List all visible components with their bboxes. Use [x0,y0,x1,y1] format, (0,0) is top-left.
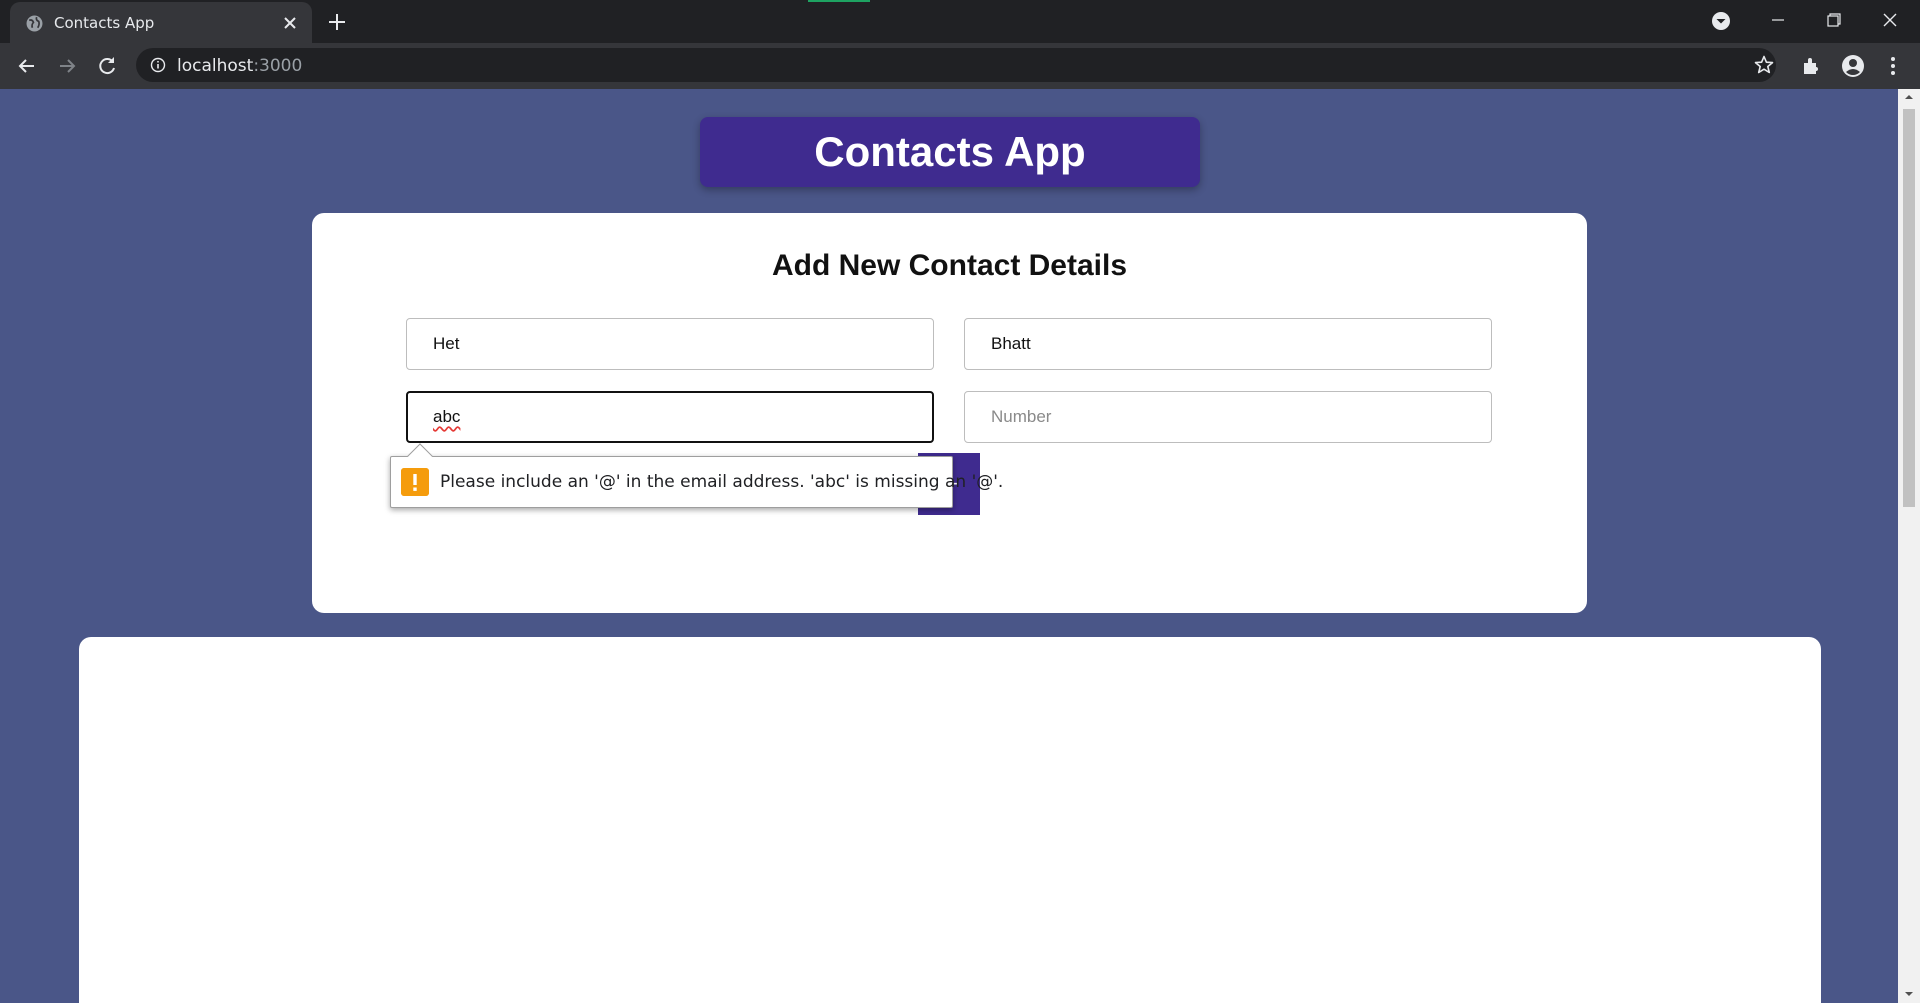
tab-search-icon[interactable] [1710,10,1732,32]
profile-avatar-icon[interactable] [1839,52,1867,80]
browser-tab-bar: Contacts App [0,0,1920,43]
url-host: localhost [177,56,254,76]
kebab-menu-icon[interactable] [1879,52,1907,80]
reload-icon[interactable] [93,52,121,80]
email-value: abc [433,407,461,426]
warning-icon [401,468,429,496]
first-name-input[interactable]: Het [406,318,934,370]
close-icon[interactable] [280,13,300,33]
scroll-down-arrow-icon[interactable] [1904,989,1914,999]
restore-icon[interactable] [1815,6,1851,34]
window-close-icon[interactable] [1872,6,1908,34]
plus-icon[interactable] [325,10,349,34]
last-name-value: Bhatt [991,334,1031,353]
form-title: Add New Contact Details [771,249,1128,282]
browser-tab[interactable]: Contacts App [10,2,312,43]
minimize-icon[interactable] [1760,6,1796,34]
globe-icon [26,15,43,32]
validation-message: Please include an '@' in the email addre… [440,472,1004,492]
email-input[interactable]: abc [406,391,934,443]
browser-toolbar: localhost:3000 [0,43,1920,89]
bookmark-star-icon[interactable] [1753,54,1775,76]
forward-arrow-icon[interactable] [53,52,81,80]
tab-indicator [808,0,870,2]
last-name-input[interactable]: Bhatt [964,318,1492,370]
vertical-scrollbar[interactable] [1898,89,1920,1003]
scroll-up-arrow-icon[interactable] [1904,92,1914,102]
add-contact-form: Add New Contact Details Het Bhatt abc Nu… [312,213,1587,613]
info-icon[interactable] [150,57,166,73]
contacts-list-card [79,637,1821,1003]
url-port: :3000 [253,56,303,76]
app-title: Contacts App [700,117,1200,187]
tab-title: Contacts App [54,14,155,32]
number-input[interactable]: Number [964,391,1492,443]
address-bar[interactable]: localhost:3000 [136,48,1776,82]
number-placeholder: Number [991,407,1052,426]
back-arrow-icon[interactable] [13,52,41,80]
validation-tooltip: Please include an '@' in the email addre… [390,443,1003,508]
extensions-puzzle-icon[interactable] [1798,52,1826,80]
scrollbar-thumb[interactable] [1903,109,1915,507]
page-viewport: Contacts App Add New Contact Details Het… [0,89,1898,1003]
url-text[interactable]: localhost:3000 [177,56,302,76]
first-name-value: Het [433,334,460,353]
